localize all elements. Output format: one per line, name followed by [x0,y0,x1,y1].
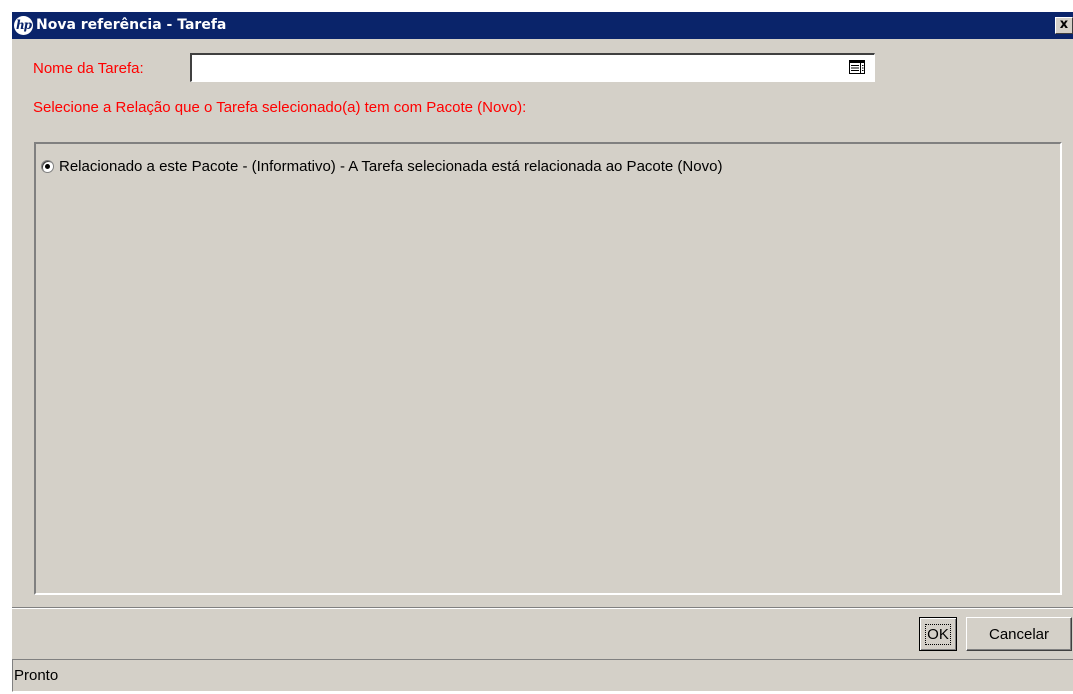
footer-divider [12,607,1073,609]
close-icon: x [1059,17,1069,32]
list-picker-icon[interactable] [849,60,865,74]
relation-options-panel: Relacionado a este Pacote - (Informativo… [34,142,1062,595]
dialog-window: hp Nova referência - Tarefa x Nome da Ta… [11,12,1073,692]
window-title: Nova referência - Tarefa [36,17,227,33]
status-bar: Pronto [12,659,1073,692]
task-name-label: Nome da Tarefa: [33,60,144,77]
relation-prompt: Selecione a Relação que o Tarefa selecio… [33,99,527,116]
task-name-field[interactable] [190,53,875,82]
cancel-button[interactable]: Cancelar [966,617,1072,651]
hp-logo-icon: hp [14,16,33,35]
close-button[interactable]: x [1055,17,1073,34]
ok-button-label: OK [925,623,951,645]
ok-button[interactable]: OK [919,617,957,651]
radio-selected-icon[interactable] [41,160,54,173]
status-text: Pronto [14,667,59,684]
relation-option-label[interactable]: Relacionado a este Pacote - (Informativo… [59,157,722,177]
title-bar[interactable]: hp Nova referência - Tarefa x [12,12,1073,39]
task-name-input[interactable] [192,55,845,81]
